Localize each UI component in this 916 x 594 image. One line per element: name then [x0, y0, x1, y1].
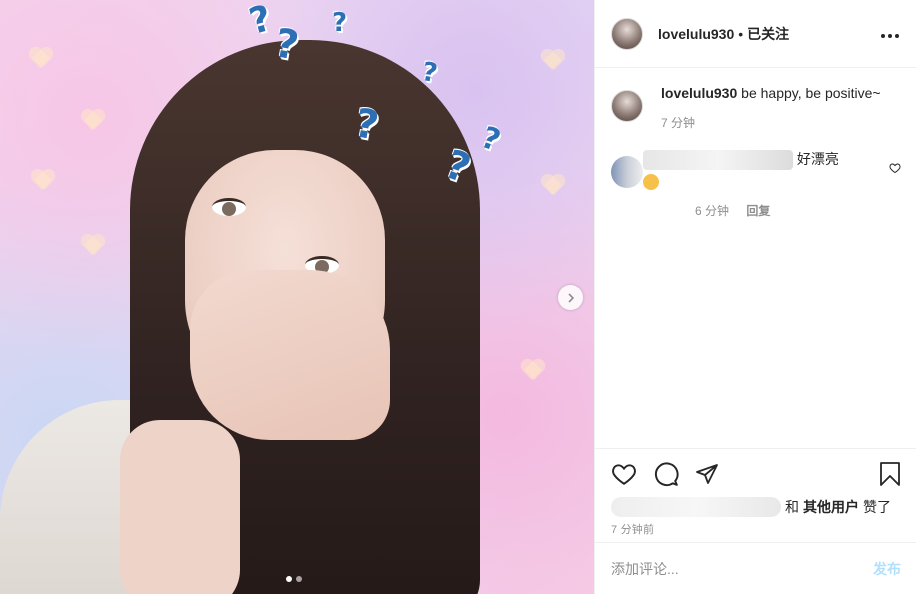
question-mark-sticker: ?	[245, 0, 276, 44]
avatar[interactable]	[611, 17, 643, 50]
post-header: lovelulu930 • 已关注	[595, 0, 916, 68]
caption-row: lovelulu930 be happy, be positive~ 7 分钟	[611, 84, 901, 132]
like-heart-icon[interactable]	[611, 461, 637, 487]
heart-decoration	[30, 170, 56, 192]
bookmark-icon[interactable]	[879, 461, 901, 487]
blurred-commenter-name[interactable]	[643, 150, 793, 171]
action-icons-bar	[611, 459, 901, 489]
question-mark-sticker: ?	[419, 56, 440, 90]
more-options-button[interactable]	[880, 23, 900, 44]
chevron-right-icon	[567, 292, 574, 303]
like-comment-heart-icon[interactable]	[889, 162, 901, 174]
post-timestamp[interactable]: 7 分钟前	[611, 521, 901, 537]
add-comment-bar: 发布	[595, 542, 916, 594]
likes-summary: 和 其他用户 赞了	[611, 497, 901, 517]
separator-dot: •	[738, 25, 744, 42]
reply-button[interactable]: 回复	[746, 204, 770, 218]
comment-bubble-icon[interactable]	[653, 461, 679, 487]
heart-decoration	[80, 235, 106, 257]
avatar[interactable]	[611, 90, 643, 122]
caption-text: be happy, be positive~	[741, 85, 881, 101]
heart-decoration	[520, 360, 546, 382]
carousel-indicator	[286, 576, 302, 582]
smiling-face-emoji-icon	[643, 173, 659, 190]
post-details-panel: lovelulu930 • 已关注 lovelulu930 be happy, …	[594, 0, 916, 594]
blurred-likers[interactable]	[611, 497, 781, 517]
hand	[190, 270, 390, 440]
heart-decoration	[540, 175, 566, 197]
left-eye	[212, 198, 246, 216]
caption-username[interactable]: lovelulu930	[661, 85, 737, 101]
likes-suffix: 赞了	[863, 499, 891, 515]
comment-time[interactable]: 6 分钟	[695, 204, 729, 218]
question-mark-sticker: ?	[332, 8, 348, 38]
caption-time[interactable]: 7 分钟	[661, 116, 695, 130]
arm	[120, 420, 240, 594]
comment-row: 好漂亮 6 分钟 回复	[611, 150, 901, 220]
comment-body: 好漂亮 6 分钟 回复	[643, 150, 883, 220]
carousel-dot	[296, 576, 302, 582]
carousel-dot-active	[286, 576, 292, 582]
username-link[interactable]: lovelulu930	[658, 26, 734, 42]
question-mark-sticker: ?	[476, 120, 505, 159]
heart-decoration	[28, 48, 54, 70]
caption-body: lovelulu930 be happy, be positive~ 7 分钟	[661, 84, 881, 132]
carousel-next-button[interactable]	[558, 285, 583, 310]
heart-decoration	[540, 50, 566, 72]
other-users-link[interactable]: 其他用户	[803, 497, 859, 517]
avatar[interactable]	[611, 156, 643, 188]
likes-connector: 和	[785, 499, 799, 515]
post-comment-button[interactable]: 发布	[873, 559, 901, 579]
comments-section: lovelulu930 be happy, be positive~ 7 分钟 …	[595, 68, 916, 448]
post-actions: 和 其他用户 赞了 7 分钟前	[595, 448, 916, 542]
follow-status-button[interactable]: 已关注	[747, 24, 789, 44]
comment-text: 好漂亮	[796, 151, 839, 167]
heart-decoration	[80, 110, 106, 132]
more-horizontal-icon	[881, 34, 899, 38]
post-photo[interactable]: ? ? ? ? ? ? ?	[0, 0, 594, 594]
share-paper-plane-icon[interactable]	[695, 462, 719, 486]
comment-input[interactable]	[611, 560, 873, 577]
